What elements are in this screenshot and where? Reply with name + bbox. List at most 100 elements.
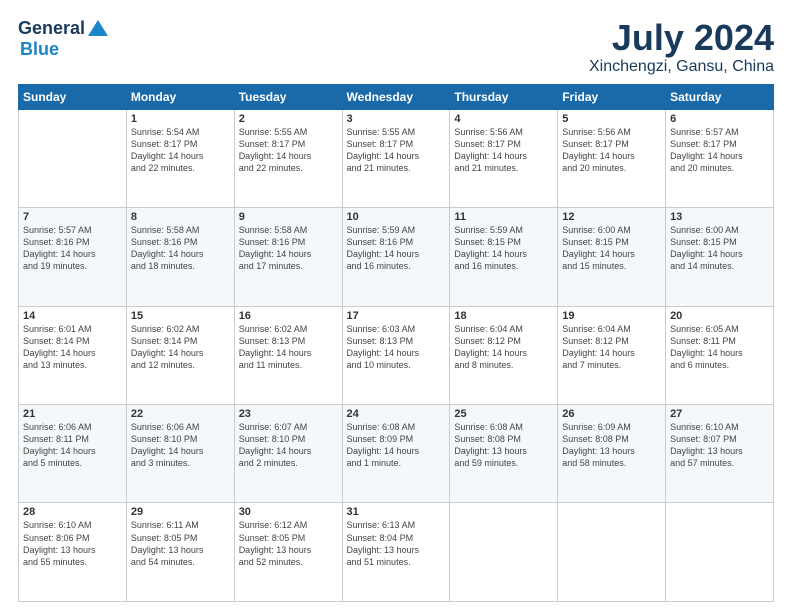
calendar-week-row: 28Sunrise: 6:10 AM Sunset: 8:06 PM Dayli…: [19, 503, 774, 602]
day-info: Sunrise: 6:10 AM Sunset: 8:06 PM Dayligh…: [23, 519, 122, 568]
table-row: 1Sunrise: 5:54 AM Sunset: 8:17 PM Daylig…: [126, 109, 234, 207]
day-number: 16: [239, 310, 338, 322]
day-info: Sunrise: 5:59 AM Sunset: 8:15 PM Dayligh…: [454, 224, 553, 273]
day-number: 21: [23, 408, 122, 420]
day-info: Sunrise: 5:57 AM Sunset: 8:17 PM Dayligh…: [670, 126, 769, 175]
day-info: Sunrise: 6:13 AM Sunset: 8:04 PM Dayligh…: [347, 519, 446, 568]
table-row: 19Sunrise: 6:04 AM Sunset: 8:12 PM Dayli…: [558, 306, 666, 404]
calendar-week-row: 21Sunrise: 6:06 AM Sunset: 8:11 PM Dayli…: [19, 405, 774, 503]
table-row: 13Sunrise: 6:00 AM Sunset: 8:15 PM Dayli…: [666, 208, 774, 306]
col-monday: Monday: [126, 84, 234, 109]
day-number: 7: [23, 211, 122, 223]
logo-text: General: [18, 18, 109, 39]
table-row: 20Sunrise: 6:05 AM Sunset: 8:11 PM Dayli…: [666, 306, 774, 404]
col-tuesday: Tuesday: [234, 84, 342, 109]
table-row: 9Sunrise: 5:58 AM Sunset: 8:16 PM Daylig…: [234, 208, 342, 306]
table-row: 31Sunrise: 6:13 AM Sunset: 8:04 PM Dayli…: [342, 503, 450, 602]
title-month: July 2024: [589, 18, 774, 58]
table-row: 14Sunrise: 6:01 AM Sunset: 8:14 PM Dayli…: [19, 306, 127, 404]
day-number: 3: [347, 113, 446, 125]
day-info: Sunrise: 5:57 AM Sunset: 8:16 PM Dayligh…: [23, 224, 122, 273]
table-row: [666, 503, 774, 602]
calendar-week-row: 1Sunrise: 5:54 AM Sunset: 8:17 PM Daylig…: [19, 109, 774, 207]
day-number: 15: [131, 310, 230, 322]
day-info: Sunrise: 5:59 AM Sunset: 8:16 PM Dayligh…: [347, 224, 446, 273]
col-wednesday: Wednesday: [342, 84, 450, 109]
col-sunday: Sunday: [19, 84, 127, 109]
table-row: 6Sunrise: 5:57 AM Sunset: 8:17 PM Daylig…: [666, 109, 774, 207]
table-row: 23Sunrise: 6:07 AM Sunset: 8:10 PM Dayli…: [234, 405, 342, 503]
day-info: Sunrise: 5:58 AM Sunset: 8:16 PM Dayligh…: [239, 224, 338, 273]
day-number: 17: [347, 310, 446, 322]
day-info: Sunrise: 5:54 AM Sunset: 8:17 PM Dayligh…: [131, 126, 230, 175]
day-info: Sunrise: 6:03 AM Sunset: 8:13 PM Dayligh…: [347, 323, 446, 372]
day-info: Sunrise: 5:58 AM Sunset: 8:16 PM Dayligh…: [131, 224, 230, 273]
table-row: 29Sunrise: 6:11 AM Sunset: 8:05 PM Dayli…: [126, 503, 234, 602]
day-number: 24: [347, 408, 446, 420]
title-block: July 2024 Xinchengzi, Gansu, China: [589, 18, 774, 76]
day-number: 5: [562, 113, 661, 125]
table-row: [558, 503, 666, 602]
table-row: [450, 503, 558, 602]
day-info: Sunrise: 6:04 AM Sunset: 8:12 PM Dayligh…: [454, 323, 553, 372]
day-info: Sunrise: 6:09 AM Sunset: 8:08 PM Dayligh…: [562, 421, 661, 470]
calendar-week-row: 7Sunrise: 5:57 AM Sunset: 8:16 PM Daylig…: [19, 208, 774, 306]
table-row: 26Sunrise: 6:09 AM Sunset: 8:08 PM Dayli…: [558, 405, 666, 503]
table-row: 3Sunrise: 5:55 AM Sunset: 8:17 PM Daylig…: [342, 109, 450, 207]
day-number: 18: [454, 310, 553, 322]
day-number: 30: [239, 506, 338, 518]
header: General Blue July 2024 Xinchengzi, Gansu…: [18, 18, 774, 76]
table-row: 27Sunrise: 6:10 AM Sunset: 8:07 PM Dayli…: [666, 405, 774, 503]
day-info: Sunrise: 6:11 AM Sunset: 8:05 PM Dayligh…: [131, 519, 230, 568]
day-info: Sunrise: 6:08 AM Sunset: 8:09 PM Dayligh…: [347, 421, 446, 470]
day-number: 2: [239, 113, 338, 125]
day-number: 23: [239, 408, 338, 420]
table-row: 12Sunrise: 6:00 AM Sunset: 8:15 PM Dayli…: [558, 208, 666, 306]
day-number: 19: [562, 310, 661, 322]
col-thursday: Thursday: [450, 84, 558, 109]
col-friday: Friday: [558, 84, 666, 109]
day-number: 12: [562, 211, 661, 223]
calendar-table: Sunday Monday Tuesday Wednesday Thursday…: [18, 84, 774, 602]
table-row: [19, 109, 127, 207]
day-info: Sunrise: 5:55 AM Sunset: 8:17 PM Dayligh…: [239, 126, 338, 175]
day-number: 11: [454, 211, 553, 223]
day-number: 31: [347, 506, 446, 518]
logo-blue: Blue: [20, 39, 59, 59]
calendar-header-row: Sunday Monday Tuesday Wednesday Thursday…: [19, 84, 774, 109]
day-info: Sunrise: 5:56 AM Sunset: 8:17 PM Dayligh…: [562, 126, 661, 175]
table-row: 18Sunrise: 6:04 AM Sunset: 8:12 PM Dayli…: [450, 306, 558, 404]
day-number: 13: [670, 211, 769, 223]
day-info: Sunrise: 6:02 AM Sunset: 8:14 PM Dayligh…: [131, 323, 230, 372]
col-saturday: Saturday: [666, 84, 774, 109]
day-number: 28: [23, 506, 122, 518]
logo-icon: [87, 19, 109, 37]
calendar-week-row: 14Sunrise: 6:01 AM Sunset: 8:14 PM Dayli…: [19, 306, 774, 404]
table-row: 11Sunrise: 5:59 AM Sunset: 8:15 PM Dayli…: [450, 208, 558, 306]
day-number: 27: [670, 408, 769, 420]
day-number: 22: [131, 408, 230, 420]
table-row: 4Sunrise: 5:56 AM Sunset: 8:17 PM Daylig…: [450, 109, 558, 207]
day-number: 26: [562, 408, 661, 420]
day-number: 25: [454, 408, 553, 420]
table-row: 25Sunrise: 6:08 AM Sunset: 8:08 PM Dayli…: [450, 405, 558, 503]
day-info: Sunrise: 6:00 AM Sunset: 8:15 PM Dayligh…: [670, 224, 769, 273]
logo-general: General: [18, 18, 85, 39]
day-number: 8: [131, 211, 230, 223]
day-info: Sunrise: 6:01 AM Sunset: 8:14 PM Dayligh…: [23, 323, 122, 372]
day-info: Sunrise: 6:12 AM Sunset: 8:05 PM Dayligh…: [239, 519, 338, 568]
table-row: 22Sunrise: 6:06 AM Sunset: 8:10 PM Dayli…: [126, 405, 234, 503]
table-row: 8Sunrise: 5:58 AM Sunset: 8:16 PM Daylig…: [126, 208, 234, 306]
day-number: 29: [131, 506, 230, 518]
logo: General Blue: [18, 18, 109, 60]
day-info: Sunrise: 6:08 AM Sunset: 8:08 PM Dayligh…: [454, 421, 553, 470]
table-row: 2Sunrise: 5:55 AM Sunset: 8:17 PM Daylig…: [234, 109, 342, 207]
table-row: 15Sunrise: 6:02 AM Sunset: 8:14 PM Dayli…: [126, 306, 234, 404]
table-row: 24Sunrise: 6:08 AM Sunset: 8:09 PM Dayli…: [342, 405, 450, 503]
day-info: Sunrise: 6:06 AM Sunset: 8:11 PM Dayligh…: [23, 421, 122, 470]
day-info: Sunrise: 6:06 AM Sunset: 8:10 PM Dayligh…: [131, 421, 230, 470]
day-number: 9: [239, 211, 338, 223]
title-location: Xinchengzi, Gansu, China: [589, 58, 774, 76]
day-info: Sunrise: 6:04 AM Sunset: 8:12 PM Dayligh…: [562, 323, 661, 372]
table-row: 7Sunrise: 5:57 AM Sunset: 8:16 PM Daylig…: [19, 208, 127, 306]
